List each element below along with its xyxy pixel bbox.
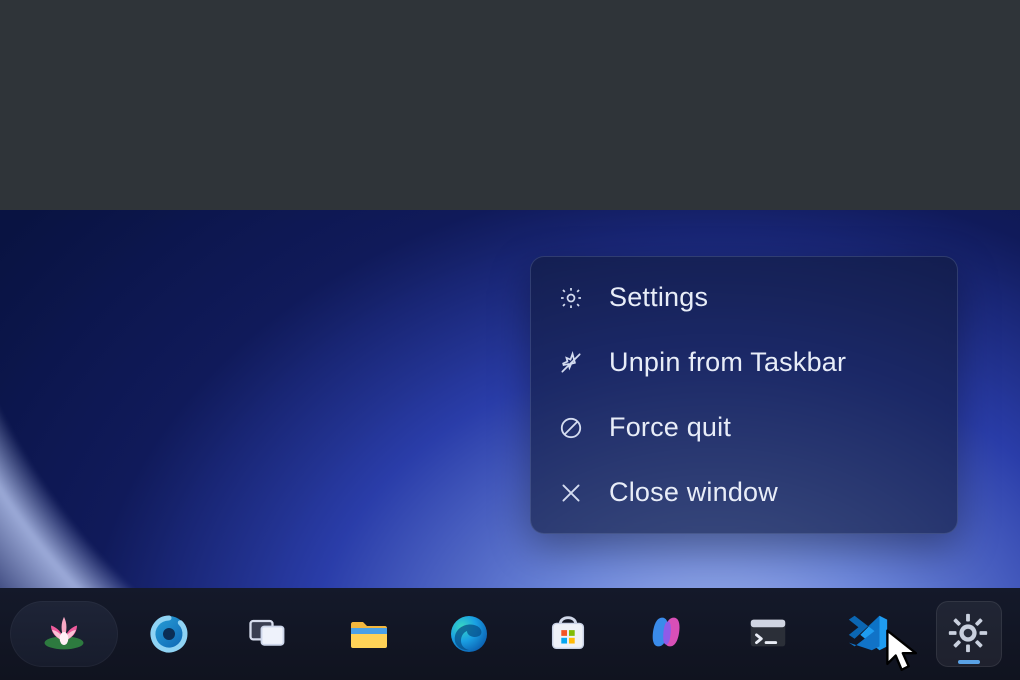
terminal-icon [745,610,793,658]
taskbar-items [136,601,1002,667]
search-swirl-icon [145,610,193,658]
taskbar-item-store[interactable] [536,601,602,667]
context-item-label: Settings [609,282,708,313]
gear-icon [945,610,993,658]
gear-icon [557,284,585,312]
taskbar [0,588,1020,680]
taskbar-item-vscode[interactable] [836,601,902,667]
vscode-icon [845,610,893,658]
context-item-label: Close window [609,477,778,508]
context-item-close-window[interactable]: Close window [531,460,957,525]
store-icon [545,610,593,658]
context-item-label: Force quit [609,412,731,443]
widgets-button[interactable] [10,601,118,667]
taskbar-item-copilot[interactable] [636,601,702,667]
prohibit-icon [557,414,585,442]
taskbar-item-edge[interactable] [436,601,502,667]
context-item-settings[interactable]: Settings [531,265,957,330]
folder-icon [345,610,393,658]
taskbar-item-terminal[interactable] [736,601,802,667]
unpin-icon [557,349,585,377]
lotus-icon [38,606,90,663]
taskbar-item-task-view[interactable] [236,601,302,667]
copilot-icon [645,610,693,658]
taskbar-context-menu: Settings Unpin from Taskbar Force quit [530,256,958,534]
edge-icon [445,610,493,658]
letterbox-top [0,0,1020,212]
close-icon [557,479,585,507]
taskbar-item-file-explorer[interactable] [336,601,402,667]
context-item-unpin[interactable]: Unpin from Taskbar [531,330,957,395]
context-item-force-quit[interactable]: Force quit [531,395,957,460]
context-item-label: Unpin from Taskbar [609,347,846,378]
taskbar-item-settings[interactable] [936,601,1002,667]
taskbar-item-search[interactable] [136,601,202,667]
task-view-icon [245,610,293,658]
